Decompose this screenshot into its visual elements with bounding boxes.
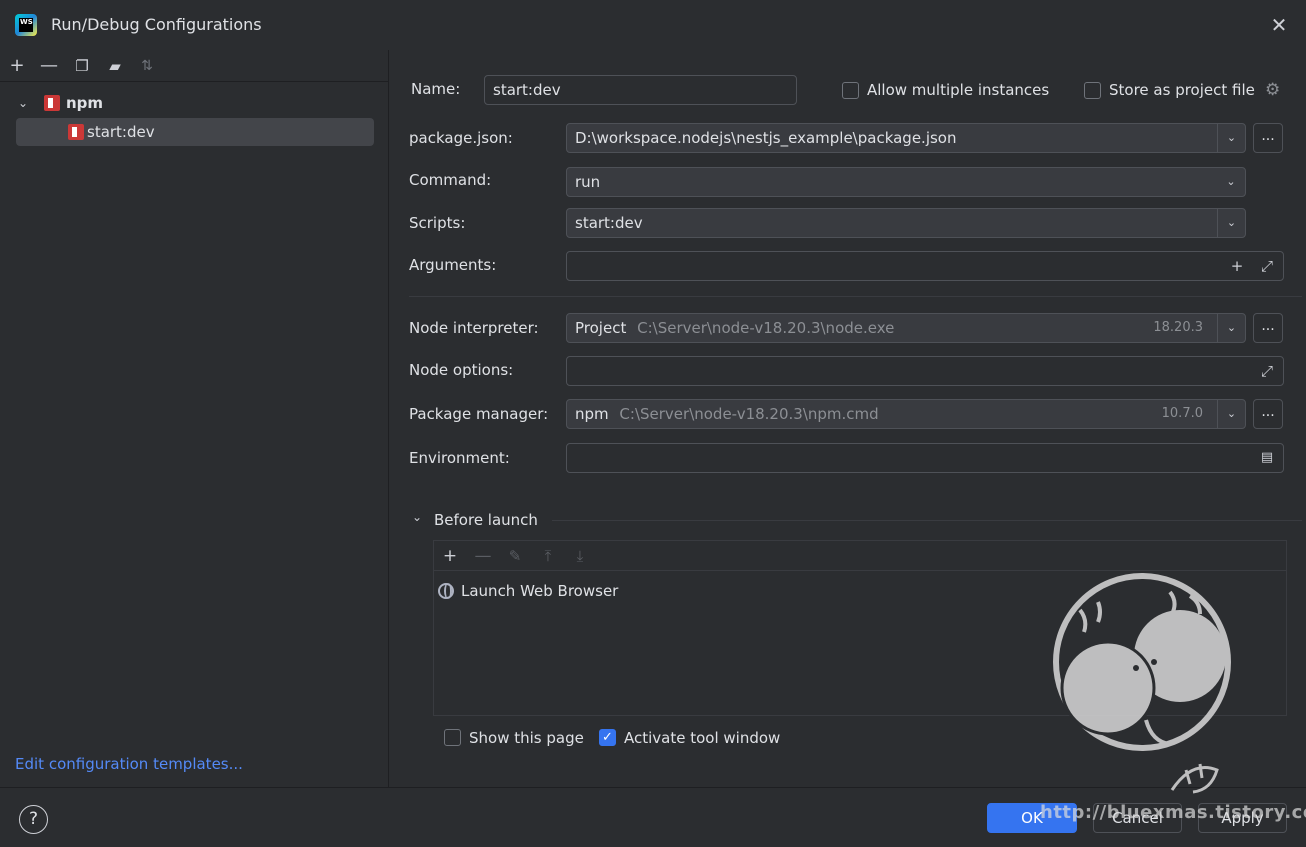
scripts-combo[interactable]: start:dev ⌄ bbox=[566, 208, 1246, 238]
node-version: 18.20.3 bbox=[1153, 320, 1203, 335]
before-launch-item-label: Launch Web Browser bbox=[461, 582, 619, 600]
command-value: run bbox=[575, 173, 601, 191]
tree-item-npm[interactable]: ⌄ npm bbox=[16, 89, 374, 117]
environment-label: Environment: bbox=[409, 449, 510, 467]
before-launch-item[interactable]: Launch Web Browser bbox=[434, 541, 834, 611]
remove-icon[interactable]: — bbox=[38, 55, 60, 77]
arguments-input[interactable]: + ⤢ bbox=[566, 251, 1284, 281]
package-json-browse-button[interactable]: ... bbox=[1253, 123, 1283, 153]
sidebar-toolbar: + — ❐ ▰ ⇅ bbox=[0, 50, 389, 82]
globe-icon bbox=[438, 583, 454, 599]
node-options-input[interactable]: ⤢ bbox=[566, 356, 1284, 386]
allow-multiple-checkbox[interactable] bbox=[842, 82, 859, 99]
edit-variables-icon[interactable]: ▤ bbox=[1257, 448, 1277, 468]
chevron-down-icon[interactable]: ⌄ bbox=[1217, 124, 1245, 152]
activate-tool-window-label: Activate tool window bbox=[624, 729, 781, 747]
package-manager-name: npm bbox=[575, 405, 609, 423]
node-interpreter-combo[interactable]: Project C:\Server\node-v18.20.3\node.exe… bbox=[566, 313, 1246, 343]
name-label: Name: bbox=[411, 80, 461, 98]
node-options-label: Node options: bbox=[409, 361, 514, 379]
arguments-label: Arguments: bbox=[409, 256, 497, 274]
package-manager-combo[interactable]: npm C:\Server\node-v18.20.3\npm.cmd 10.7… bbox=[566, 399, 1246, 429]
new-folder-icon[interactable]: ▰ bbox=[104, 55, 126, 77]
command-label: Command: bbox=[409, 171, 492, 189]
configuration-form: Name: start:dev Allow multiple instances… bbox=[390, 50, 1306, 787]
package-json-label: package.json: bbox=[409, 129, 513, 147]
help-button[interactable]: ? bbox=[19, 805, 48, 834]
name-input[interactable]: start:dev bbox=[484, 75, 797, 105]
package-manager-browse-button[interactable]: ... bbox=[1253, 399, 1283, 429]
node-interpreter-label: Node interpreter: bbox=[409, 319, 539, 337]
npm-icon bbox=[44, 95, 60, 111]
package-json-value: D:\workspace.nodejs\nestjs_example\packa… bbox=[575, 129, 957, 147]
before-launch-toggle[interactable]: ⌄ Before launch bbox=[412, 510, 552, 532]
before-launch-divider bbox=[552, 520, 1302, 521]
expand-icon[interactable]: ⤢ bbox=[1257, 256, 1277, 276]
package-json-combo[interactable]: D:\workspace.nodejs\nestjs_example\packa… bbox=[566, 123, 1246, 153]
gear-icon[interactable]: ⚙ bbox=[1265, 80, 1280, 100]
tree-item-start-dev[interactable]: start:dev bbox=[16, 118, 374, 146]
scripts-value: start:dev bbox=[575, 214, 643, 232]
command-select[interactable]: run ⌄ bbox=[566, 167, 1246, 197]
tree-item-label: npm bbox=[66, 94, 104, 112]
add-icon[interactable]: + bbox=[1227, 256, 1247, 276]
edit-templates-link[interactable]: Edit configuration templates... bbox=[15, 755, 243, 773]
store-as-project-label: Store as project file bbox=[1109, 81, 1255, 99]
before-launch-panel: + — ✎ ⤒ ⤓ Launch Web Browser bbox=[433, 540, 1287, 716]
node-interpreter-path: C:\Server\node-v18.20.3\node.exe bbox=[637, 319, 895, 337]
webstorm-logo-icon: WS bbox=[15, 14, 37, 36]
add-icon[interactable]: + bbox=[6, 55, 28, 77]
dialog-title: Run/Debug Configurations bbox=[51, 15, 262, 34]
node-interpreter-name: Project bbox=[575, 319, 627, 337]
activate-tool-window-checkbox[interactable]: ✓ bbox=[599, 729, 616, 746]
package-manager-path: C:\Server\node-v18.20.3\npm.cmd bbox=[619, 405, 879, 423]
close-icon[interactable]: ✕ bbox=[1268, 14, 1290, 36]
sort-icon[interactable]: ⇅ bbox=[136, 55, 158, 77]
chevron-down-icon[interactable]: ⌄ bbox=[412, 510, 422, 524]
environment-input[interactable]: ▤ bbox=[566, 443, 1284, 473]
title-bar: WS Run/Debug Configurations ✕ bbox=[0, 0, 1306, 50]
allow-multiple-label: Allow multiple instances bbox=[867, 81, 1050, 99]
chevron-down-icon[interactable]: ⌄ bbox=[1217, 168, 1245, 196]
tree-item-label: start:dev bbox=[87, 123, 155, 141]
package-manager-version: 10.7.0 bbox=[1161, 406, 1203, 421]
watermark-text: http://bluexmas.tistory.com/ bbox=[1040, 802, 1306, 823]
node-interpreter-browse-button[interactable]: ... bbox=[1253, 313, 1283, 343]
divider bbox=[409, 296, 1302, 297]
chevron-down-icon[interactable]: ⌄ bbox=[18, 89, 34, 117]
scripts-label: Scripts: bbox=[409, 214, 466, 232]
copy-icon[interactable]: ❐ bbox=[71, 55, 93, 77]
show-this-page-label: Show this page bbox=[469, 729, 584, 747]
npm-icon bbox=[68, 124, 84, 140]
chevron-down-icon[interactable]: ⌄ bbox=[1217, 314, 1245, 342]
chevron-down-icon[interactable]: ⌄ bbox=[1217, 400, 1245, 428]
chevron-down-icon[interactable]: ⌄ bbox=[1217, 209, 1245, 237]
before-launch-title: Before launch bbox=[434, 511, 538, 529]
store-as-project-checkbox[interactable] bbox=[1084, 82, 1101, 99]
expand-icon[interactable]: ⤢ bbox=[1257, 361, 1277, 381]
show-this-page-checkbox[interactable] bbox=[444, 729, 461, 746]
configurations-sidebar: + — ❐ ▰ ⇅ ⌄ npm start:dev Edit configura… bbox=[0, 50, 389, 787]
package-manager-label: Package manager: bbox=[409, 405, 549, 423]
